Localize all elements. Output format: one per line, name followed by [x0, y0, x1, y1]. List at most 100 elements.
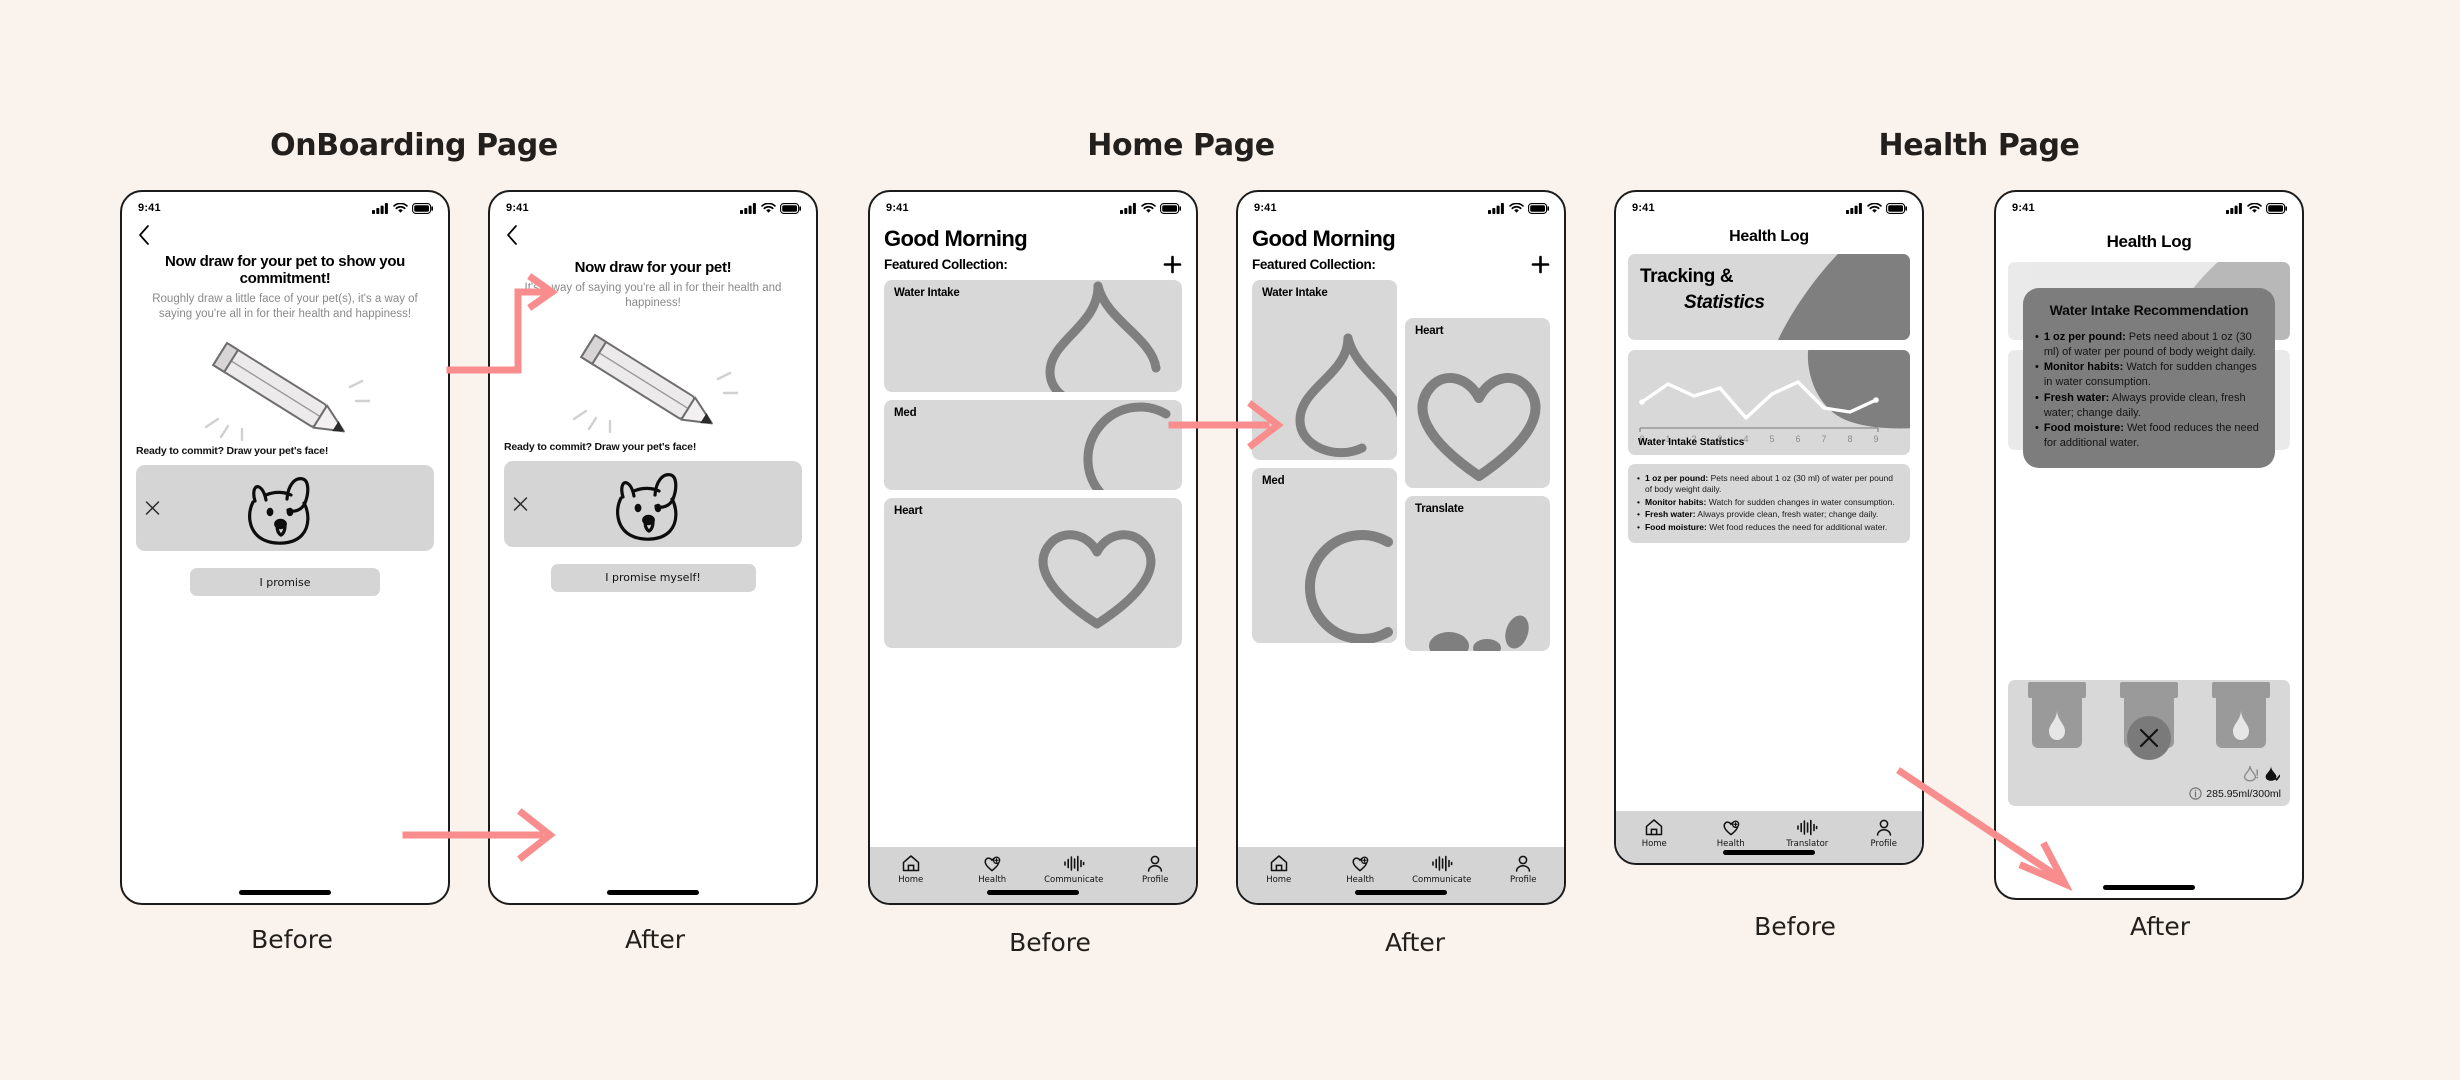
- caption-after-onboarding: After: [624, 925, 686, 954]
- drop-check-icon: [2265, 766, 2280, 781]
- close-x-icon[interactable]: [145, 501, 160, 516]
- grid-column-right: Heart Translate: [1405, 280, 1550, 651]
- close-x-icon[interactable]: [513, 496, 528, 511]
- screen-health-before: 9:41 Health Log Tracking & Statistics 0 …: [1616, 192, 1922, 863]
- status-bar: 9:41: [870, 192, 1196, 220]
- caption-before-home: Before: [1009, 928, 1091, 957]
- status-time: 9:41: [2012, 202, 2035, 214]
- status-bar: 9:41: [122, 192, 448, 220]
- tab-communicate[interactable]: Communicate: [1401, 854, 1483, 885]
- tab-profile[interactable]: Profile: [1115, 854, 1197, 885]
- waveform-icon: [1063, 855, 1085, 872]
- featured-collection-label: Featured Collection:: [1252, 257, 1376, 272]
- heart-art: [1405, 318, 1550, 488]
- promise-button[interactable]: I promise myself!: [550, 563, 756, 592]
- wifi-icon: [1141, 202, 1156, 213]
- status-time: 9:41: [506, 202, 529, 214]
- tip-item: • Fresh water: Always provide clean, fre…: [1637, 509, 1899, 520]
- battery-icon: [412, 202, 433, 214]
- tab-label: Home: [898, 875, 924, 885]
- wifi-icon: [2247, 202, 2262, 213]
- plus-icon[interactable]: [1531, 255, 1550, 274]
- home-icon: [902, 855, 919, 872]
- drawing-canvas[interactable]: [504, 460, 802, 547]
- tab-profile[interactable]: Profile: [1483, 854, 1565, 885]
- card-water-intake[interactable]: Water Intake: [1252, 280, 1397, 460]
- person-icon: [1148, 855, 1163, 872]
- bullet-icon: •: [1637, 509, 1640, 520]
- greeting-title: Good Morning: [884, 226, 1028, 251]
- phone-home-after: 9:41 Good Morning Featured Collection: W…: [1236, 190, 1566, 905]
- card-heart[interactable]: Heart: [1405, 318, 1550, 488]
- svg-text:7: 7: [1821, 434, 1826, 444]
- screen-health-after: 9:41 Health Log Water Intake Recommendat…: [1996, 192, 2302, 898]
- tab-home[interactable]: Home: [870, 854, 952, 885]
- heart-icon: [1038, 530, 1156, 629]
- card-med[interactable]: Med: [1252, 468, 1397, 643]
- card-heart[interactable]: Heart: [884, 498, 1182, 648]
- pill-circle-art: [884, 400, 1182, 490]
- back-button[interactable]: [122, 220, 448, 251]
- tab-label: Communicate: [1044, 875, 1104, 885]
- tab-label: Home: [1266, 875, 1292, 885]
- modal-title: Water Intake Recommendation: [2049, 302, 2249, 318]
- tip-text: Fresh water: Always provide clean, fresh…: [2043, 391, 2246, 419]
- back-button[interactable]: [490, 220, 816, 251]
- card-water-intake[interactable]: Water Intake: [884, 280, 1182, 392]
- home-icon: [1646, 819, 1663, 836]
- screen-onboarding-before: 9:41 Now draw for your pet to show you c…: [122, 192, 448, 903]
- home-indicator: [987, 890, 1079, 895]
- drawing-canvas[interactable]: [136, 465, 434, 552]
- home-indicator: [2103, 885, 2195, 890]
- status-bar: 9:41: [490, 192, 816, 220]
- tab-health[interactable]: Health: [952, 854, 1034, 885]
- card-label: Translate: [1415, 503, 1464, 515]
- chevron-left-icon: [139, 225, 149, 245]
- card-translate[interactable]: Translate: [1405, 496, 1550, 651]
- tab-translator[interactable]: Translator: [1769, 818, 1846, 849]
- water-bottles-card[interactable]: 285.95ml/300ml: [2008, 680, 2290, 806]
- card-med[interactable]: Med: [884, 400, 1182, 490]
- bullet-icon: •: [1637, 521, 1640, 532]
- chart-card[interactable]: 012 345 678 9 Water Intake Statistics: [1628, 350, 1910, 455]
- bottom-tab-bar: Home Health: [1616, 811, 1922, 863]
- tab-profile[interactable]: Profile: [1846, 818, 1923, 849]
- heart-icon: [1417, 373, 1541, 481]
- bullet-icon: •: [1637, 473, 1640, 483]
- close-modal-button[interactable]: [2127, 716, 2171, 760]
- tab-label: Profile: [1510, 875, 1537, 885]
- plus-icon[interactable]: [1163, 255, 1182, 274]
- svg-text:8: 8: [1847, 434, 1852, 444]
- tab-health[interactable]: Health: [1693, 818, 1770, 849]
- info-icon[interactable]: [2189, 787, 2202, 800]
- onboarding-title: Now draw for your pet!: [574, 259, 732, 276]
- tab-home[interactable]: Home: [1238, 854, 1320, 885]
- draw-prompt: Ready to commit? Draw your pet's face!: [136, 445, 329, 458]
- screen-home-after: 9:41 Good Morning Featured Collection: W…: [1238, 192, 1564, 903]
- tab-label: Home: [1641, 839, 1667, 849]
- status-icons: [2226, 202, 2288, 214]
- signal-icon: [1488, 202, 1504, 214]
- pencil-icon: [204, 341, 371, 442]
- tip-text: Fresh water: Always provide clean, fresh…: [1644, 509, 1879, 520]
- water-measurement: 285.95ml/300ml: [2189, 787, 2281, 800]
- home-indicator: [239, 890, 331, 895]
- featured-collection-label: Featured Collection:: [884, 257, 1008, 272]
- status-icons: [1488, 202, 1550, 214]
- card-label: Water Intake: [894, 287, 960, 299]
- status-icons: [1846, 202, 1908, 214]
- promise-button[interactable]: I promise: [190, 568, 380, 597]
- tab-health[interactable]: Health: [1320, 854, 1402, 885]
- phone-health-after: 9:41 Health Log Water Intake Recommendat…: [1994, 190, 2304, 900]
- section-title-onboarding: OnBoarding Page: [270, 128, 558, 163]
- tip-item: • Monitor habits: Watch for sudden chang…: [1637, 497, 1899, 508]
- bullet-icon: •: [2035, 361, 2039, 374]
- pill-circle-icon: [1083, 402, 1171, 490]
- paw-icon: [1429, 615, 1529, 651]
- tab-home[interactable]: Home: [1616, 818, 1693, 849]
- tab-communicate[interactable]: Communicate: [1033, 854, 1115, 885]
- status-icons: [740, 202, 802, 214]
- close-x-icon: [2139, 728, 2159, 748]
- bullet-icon: •: [2035, 422, 2039, 435]
- tab-label: Communicate: [1412, 875, 1472, 885]
